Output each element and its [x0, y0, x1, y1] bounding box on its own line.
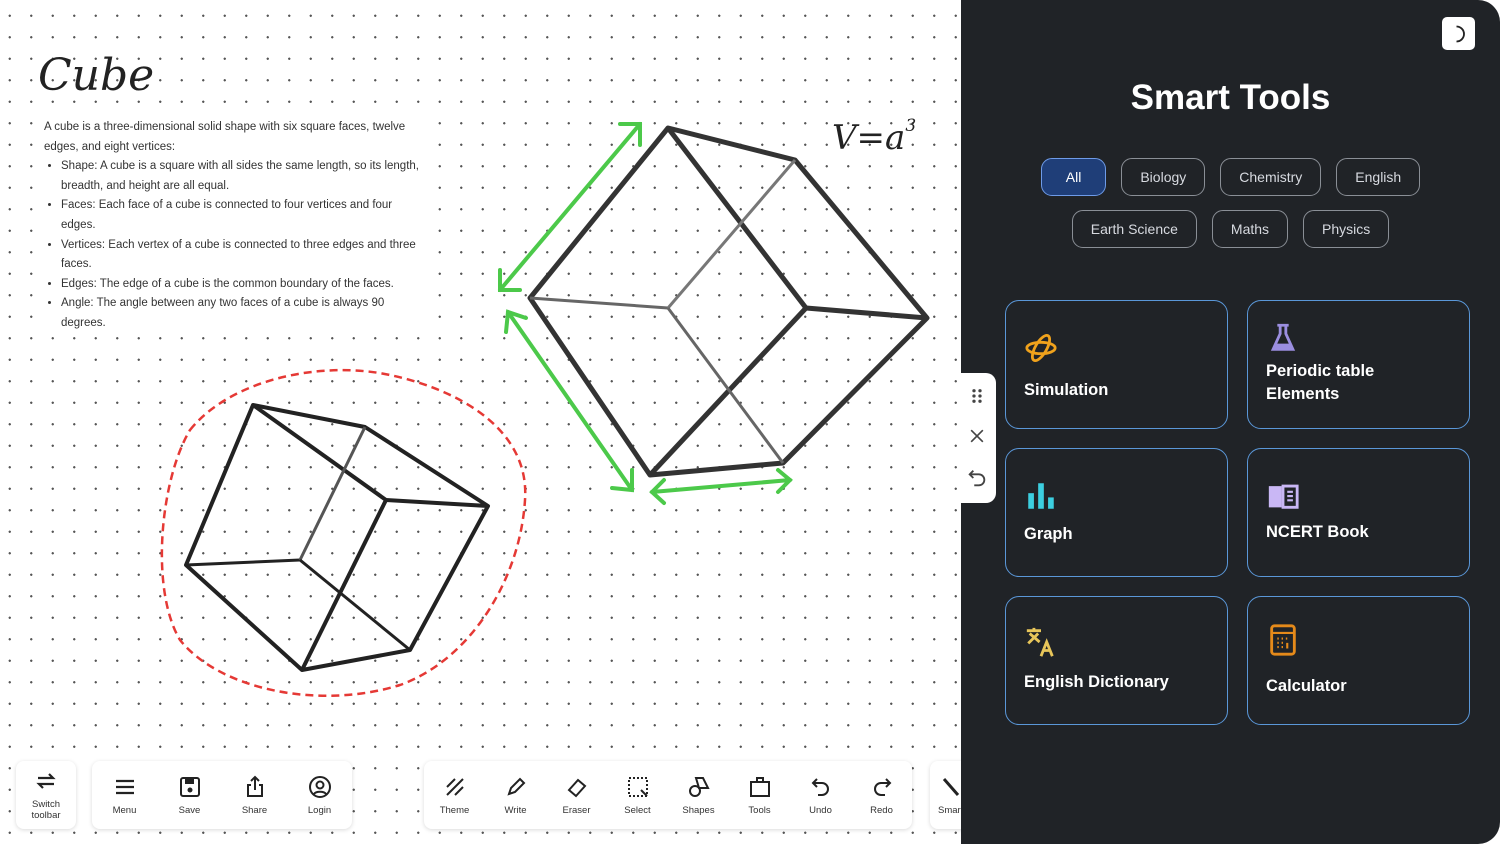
translate-icon: [1026, 627, 1054, 657]
calculator-icon: [1270, 624, 1296, 656]
lasso-selection: [160, 368, 527, 697]
save-label: Save: [178, 804, 201, 816]
eraser-button[interactable]: Eraser: [548, 775, 606, 816]
small-cube: [184, 403, 490, 672]
switch-toolbar-button[interactable]: Switch toolbar: [16, 761, 76, 829]
tool-card-ncert-book[interactable]: NCERT Book: [1247, 448, 1470, 577]
drag-handle-icon[interactable]: [968, 387, 986, 405]
menu-label: Menu: [112, 804, 137, 816]
shapes-icon: [688, 776, 710, 797]
tool-card-simulation[interactable]: Simulation: [1005, 300, 1228, 429]
user-icon: [308, 775, 331, 798]
filter-earth-science[interactable]: Earth Science: [1071, 210, 1197, 248]
swap-arrows-icon: [36, 773, 56, 789]
shapes-button[interactable]: Shapes: [670, 775, 728, 816]
share-button[interactable]: Share: [226, 775, 284, 816]
share-label: Share: [241, 804, 268, 816]
card-label: Graph: [1024, 525, 1073, 543]
filter-all[interactable]: All: [1040, 158, 1107, 196]
panel-title: Smart Tools: [1130, 78, 1331, 117]
bar-chart-icon: [1028, 483, 1054, 509]
toolbox-icon: [749, 776, 770, 797]
filter-maths[interactable]: Maths: [1211, 210, 1289, 248]
filter-biology[interactable]: Biology: [1121, 158, 1206, 196]
undo-icon: [811, 777, 829, 796]
tool-card-periodic-table[interactable]: Periodic table Elements: [1247, 300, 1470, 429]
write-label: Write: [504, 804, 527, 816]
theme-toggle-button[interactable]: [1442, 17, 1475, 50]
tool-card-graph[interactable]: Graph: [1005, 448, 1228, 577]
smart-wand-icon: [942, 777, 960, 796]
undo-button[interactable]: Undo: [792, 775, 850, 816]
tools-label: Tools: [748, 804, 771, 816]
login-label: Login: [307, 804, 332, 816]
close-icon[interactable]: [967, 426, 987, 446]
theme-hatch-icon: [445, 777, 464, 796]
filter-chemistry[interactable]: Chemistry: [1220, 158, 1322, 196]
smart-tools-panel: Smart Tools All Biology Chemistry Englis…: [961, 0, 1500, 844]
select-label: Select: [624, 804, 651, 816]
switch-toolbar-label: Switch toolbar: [31, 799, 61, 821]
write-button[interactable]: Write: [487, 775, 545, 816]
save-icon: [179, 776, 200, 797]
atom-icon: [1025, 333, 1057, 363]
undo-back-icon[interactable]: [966, 467, 988, 489]
undo-label: Undo: [809, 804, 832, 816]
menu-button[interactable]: Menu: [96, 775, 154, 816]
menu-icon: [115, 779, 134, 794]
tool-card-english-dictionary[interactable]: English Dictionary: [1005, 596, 1228, 725]
theme-label: Theme: [439, 804, 470, 816]
redo-label: Redo: [870, 804, 893, 816]
eraser-icon: [567, 778, 586, 797]
redo-icon: [873, 777, 891, 796]
card-label: Periodic table Elements: [1266, 362, 1375, 403]
panel-side-controls: [957, 373, 996, 503]
theme-button[interactable]: Theme: [426, 775, 484, 816]
eraser-label: Eraser: [562, 804, 591, 816]
drawing-toolbar: Theme Write Eraser Select Shapes Tools U…: [424, 761, 912, 829]
login-button[interactable]: Login: [291, 775, 349, 816]
filter-english[interactable]: English: [1336, 158, 1421, 196]
card-label: English Dictionary: [1024, 673, 1169, 691]
redo-button[interactable]: Redo: [853, 775, 911, 816]
moon-icon: [1455, 25, 1465, 42]
select-icon: [627, 776, 648, 797]
tools-button[interactable]: Tools: [731, 775, 789, 816]
pencil-icon: [506, 777, 525, 796]
filter-physics[interactable]: Physics: [1303, 210, 1390, 248]
card-label: Simulation: [1024, 381, 1109, 399]
card-label: NCERT Book: [1266, 523, 1369, 541]
save-button[interactable]: Save: [161, 775, 219, 816]
large-cube: [527, 125, 930, 478]
main-toolbar: Menu Save Share Login: [92, 761, 352, 829]
flask-icon: [1270, 323, 1296, 351]
card-label: Calculator: [1266, 677, 1347, 695]
drawing-layer: [160, 122, 930, 697]
book-icon: [1268, 484, 1299, 509]
tool-card-calculator[interactable]: Calculator: [1247, 596, 1470, 725]
shapes-label: Shapes: [682, 804, 715, 816]
select-button[interactable]: Select: [609, 775, 667, 816]
share-icon: [246, 775, 263, 797]
smart-label: Smart: [938, 804, 964, 816]
